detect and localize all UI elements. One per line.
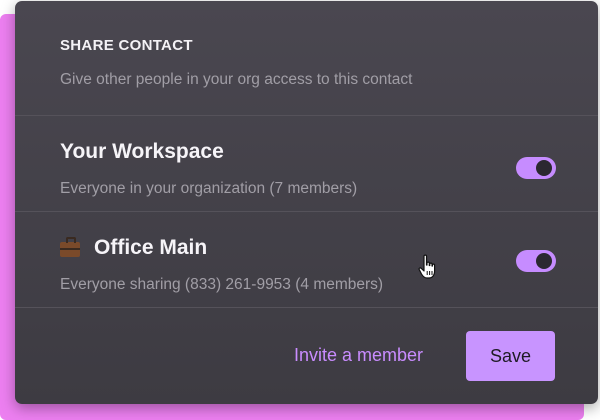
toggle-knob [536,253,552,269]
share-option-office-main: Office Main Everyone sharing (833) 261-9… [15,212,598,308]
share-option-description: Everyone in your organization (7 members… [60,180,358,197]
save-button[interactable]: Save [466,331,555,381]
office-main-share-toggle[interactable] [516,250,556,272]
dialog-subtitle: Give other people in your org access to … [60,71,413,88]
hand-pointer-cursor-icon [418,254,436,279]
share-option-label: Your Workspace [60,140,224,163]
briefcase-icon [60,236,80,257]
share-contact-dialog: SHARE CONTACT Give other people in your … [15,1,598,404]
toggle-knob [536,160,552,176]
share-option-workspace: Your Workspace Everyone in your organiza… [15,116,598,212]
share-option-description: Everyone sharing (833) 261-9953 (4 membe… [60,276,384,293]
dialog-footer: Invite a member Save [15,308,598,404]
invite-member-link[interactable]: Invite a member [294,345,423,366]
workspace-share-toggle[interactable] [516,157,556,179]
dialog-title: SHARE CONTACT [60,37,193,54]
share-option-label: Office Main [94,236,208,259]
dialog-header: SHARE CONTACT Give other people in your … [15,1,598,116]
